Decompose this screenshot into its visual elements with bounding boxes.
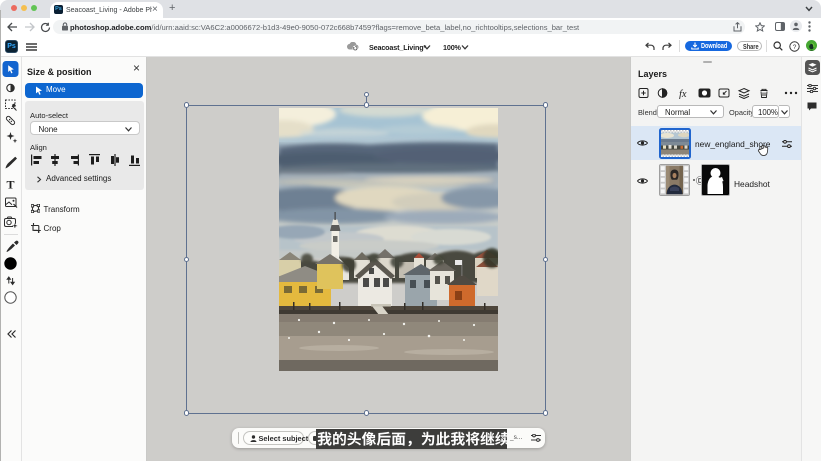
svg-text:?: ? — [793, 43, 797, 50]
svg-text:T: T — [6, 178, 14, 192]
svg-text:fx: fx — [679, 89, 687, 99]
